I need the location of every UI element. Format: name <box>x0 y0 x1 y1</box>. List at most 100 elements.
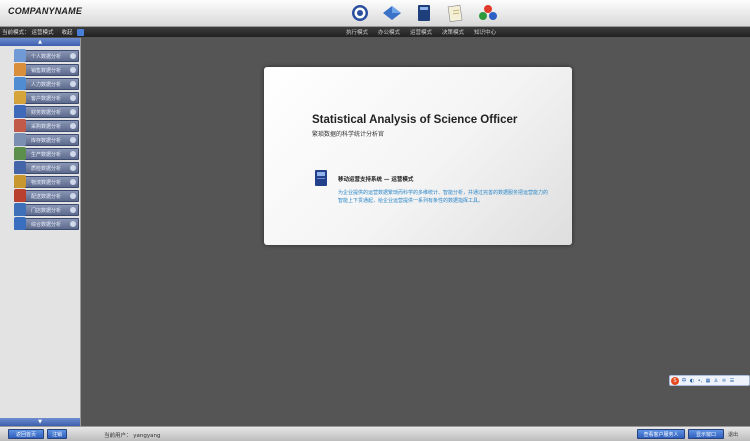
collapse-toggle-icon[interactable] <box>76 28 84 36</box>
sidebar: ▲ 个人数据分析 销售数据分析 人力数据分析 客户数据分析 财务数据分析 采购数… <box>0 38 81 426</box>
inspection-icon <box>14 161 26 174</box>
chevron-right-icon <box>70 52 76 59</box>
home-button[interactable]: 返回首页 <box>8 429 44 439</box>
chevron-right-icon <box>70 94 76 101</box>
show-window-button[interactable]: 显示窗口 <box>688 429 724 439</box>
sidebar-item-production[interactable]: 生产数据分析 <box>14 147 79 160</box>
chevron-up-icon: ▲ <box>38 39 42 45</box>
chevron-right-icon <box>70 66 76 73</box>
current-user: 当前用户： yangyang <box>104 431 160 439</box>
logistics-icon <box>14 175 26 188</box>
current-user-label: 当前用户： <box>104 433 132 439</box>
chevron-right-icon <box>70 164 76 171</box>
book-icon <box>314 169 328 187</box>
delivery-icon <box>14 189 26 202</box>
panel-title: Statistical Analysis of Science Officer <box>312 114 518 126</box>
diamond-icon[interactable] <box>382 3 402 23</box>
sidebar-item-label: 客户数据分析 <box>31 95 62 102</box>
mode-tabs: 执行模式 办公模式 运营模式 决策模式 知识中心 <box>346 28 496 36</box>
tab-decision-mode[interactable]: 决策模式 <box>442 28 464 36</box>
sidebar-item-label: 个人数据分析 <box>31 53 62 60</box>
sidebar-item-delivery[interactable]: 配送数据分析 <box>14 189 79 202</box>
chevron-right-icon <box>70 192 76 199</box>
tab-knowledge-center[interactable]: 知识中心 <box>474 28 496 36</box>
exit-link[interactable]: 退出 <box>728 431 738 438</box>
sidebar-item-label: 人力数据分析 <box>31 81 62 88</box>
ime-moon-icon[interactable]: ◐ <box>689 378 695 384</box>
sidebar-item-label: 综合数据分析 <box>31 221 62 228</box>
sidebar-item-customer[interactable]: 客户数据分析 <box>14 91 79 104</box>
book-icon[interactable] <box>414 3 434 23</box>
sidebar-item-label: 质检数据分析 <box>31 165 62 172</box>
scroll-down-button[interactable]: ▼ <box>0 418 80 426</box>
sidebar-item-purchase[interactable]: 采购数据分析 <box>14 119 79 132</box>
target-icon[interactable] <box>350 3 370 23</box>
sidebar-item-label: 财务数据分析 <box>31 109 62 116</box>
document-icon[interactable] <box>446 3 466 23</box>
ime-menu-icon[interactable]: ☰ <box>729 378 735 384</box>
current-mode-status: 当前模式： 运营模式 收起 <box>2 28 84 36</box>
chevron-right-icon <box>70 178 76 185</box>
tab-operation-mode[interactable]: 运营模式 <box>410 28 432 36</box>
ime-punctuation-icon[interactable]: •, <box>697 378 703 384</box>
molecule-icon[interactable] <box>478 3 498 23</box>
chevron-right-icon <box>70 80 76 87</box>
sidebar-item-label: 物流数据分析 <box>31 179 62 186</box>
sidebar-item-sales[interactable]: 销售数据分析 <box>14 63 79 76</box>
mode-navbar: 当前模式： 运营模式 收起 执行模式 办公模式 运营模式 决策模式 知识中心 <box>0 27 750 37</box>
sidebar-item-label: 配送数据分析 <box>31 193 62 200</box>
warehouse-icon <box>14 133 26 146</box>
sidebar-item-label: 采购数据分析 <box>31 123 62 130</box>
ime-language-button[interactable]: 中 <box>681 378 687 384</box>
sidebar-item-finance[interactable]: 财务数据分析 <box>14 105 79 118</box>
chevron-down-icon: ▼ <box>38 419 42 425</box>
sidebar-item-inspection[interactable]: 质检数据分析 <box>14 161 79 174</box>
sidebar-item-comprehensive[interactable]: 综合数据分析 <box>14 217 79 230</box>
tab-execute-mode[interactable]: 执行模式 <box>346 28 368 36</box>
welcome-panel: Statistical Analysis of Science Officer … <box>264 67 572 245</box>
chevron-right-icon <box>70 206 76 213</box>
info-icon <box>14 217 26 230</box>
panel-subtitle: 繁琐数据的科学统计分析官 <box>312 131 385 138</box>
status-footer: 返回首页 注销 当前用户： yangyang 查看客户服务人 显示窗口 退出 <box>0 426 750 441</box>
ime-logo-icon[interactable]: S <box>671 376 679 385</box>
ime-keyboard-icon[interactable]: ▦ <box>705 378 711 384</box>
company-logo: COMPANYNAME <box>8 6 83 16</box>
sidebar-item-label: 生产数据分析 <box>31 151 62 158</box>
tab-office-mode[interactable]: 办公模式 <box>378 28 400 36</box>
chevron-right-icon <box>70 122 76 129</box>
sidebar-item-personal[interactable]: 个人数据分析 <box>14 49 79 62</box>
logout-button[interactable]: 注销 <box>47 429 67 439</box>
collapse-link[interactable]: 收起 <box>62 28 73 36</box>
current-mode-value: 运营模式 <box>31 30 54 36</box>
system-heading: 移动运营支持系统 — 运营模式 <box>338 177 414 183</box>
finance-doc-icon <box>14 105 26 118</box>
chevron-right-icon <box>70 150 76 157</box>
factory-icon <box>14 147 26 160</box>
scroll-up-button[interactable]: ▲ <box>0 38 80 46</box>
cart-icon <box>14 63 26 76</box>
customer-service-button[interactable]: 查看客户服务人 <box>637 429 685 439</box>
system-description: 为企业提供的运营数据繁琐而科学的多维统计、智能分析，并通过完善的数据服务把运营能… <box>338 190 549 204</box>
current-user-name: yangyang <box>133 433 161 439</box>
sidebar-item-logistics[interactable]: 物流数据分析 <box>14 175 79 188</box>
ime-user-icon[interactable]: ♙ <box>713 378 719 384</box>
current-mode-label: 当前模式： <box>2 30 30 36</box>
purchase-icon <box>14 119 26 132</box>
sidebar-item-hr[interactable]: 人力数据分析 <box>14 77 79 90</box>
people-icon <box>14 77 26 90</box>
customer-icon <box>14 91 26 104</box>
sidebar-item-label: 销售数据分析 <box>31 67 62 74</box>
top-header: COMPANYNAME <box>0 0 750 27</box>
ime-skin-icon[interactable]: ♔ <box>721 378 727 384</box>
sidebar-item-inventory[interactable]: 库存数据分析 <box>14 133 79 146</box>
chevron-right-icon <box>70 220 76 227</box>
store-icon <box>14 203 26 216</box>
ime-toolbar: S 中 ◐ •, ▦ ♙ ♔ ☰ <box>669 375 750 386</box>
sidebar-item-store[interactable]: 门店数据分析 <box>14 203 79 216</box>
chevron-right-icon <box>70 136 76 143</box>
sidebar-item-label: 库存数据分析 <box>31 137 62 144</box>
sidebar-item-label: 门店数据分析 <box>31 207 62 214</box>
person-search-icon <box>14 49 26 62</box>
mode-icon-bar <box>350 3 498 23</box>
